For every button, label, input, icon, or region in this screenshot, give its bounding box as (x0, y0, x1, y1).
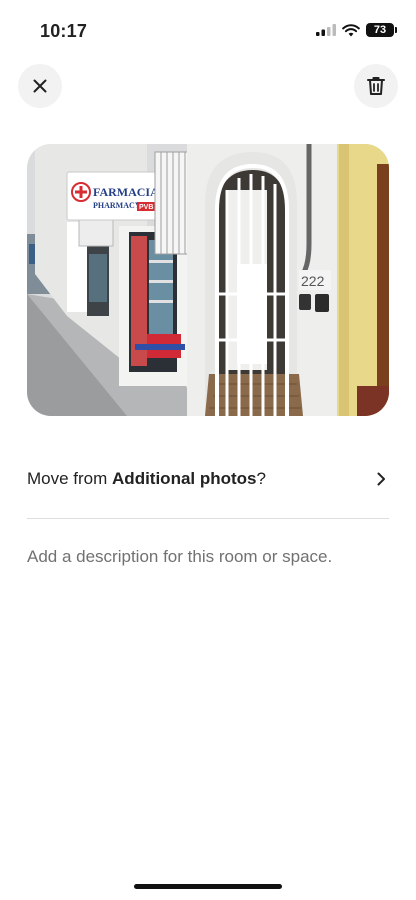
room-photo[interactable]: FARMACIA PHARMACY PVB 222 (27, 144, 389, 416)
description-input[interactable] (27, 542, 389, 572)
chevron-right-icon (373, 471, 389, 487)
battery-level: 73 (373, 24, 387, 36)
move-category-row[interactable]: Move from Additional photos? (27, 452, 389, 506)
move-suffix: ? (256, 469, 266, 488)
status-icons: 73 (316, 23, 397, 37)
cellular-signal-icon (316, 24, 336, 36)
current-category: Additional photos (112, 469, 257, 488)
close-button[interactable] (18, 64, 62, 108)
sign-text-pharmacy: PHARMACY (93, 201, 141, 210)
storefront-photo-image: FARMACIA PHARMACY PVB 222 (27, 144, 389, 416)
sign-badge: PVB (139, 204, 153, 211)
status-bar: 10:17 73 (0, 0, 416, 64)
divider (27, 518, 389, 519)
house-number-text: 222 (301, 273, 325, 289)
close-icon (33, 79, 47, 93)
sign-text-farmacia: FARMACIA (93, 185, 159, 199)
home-indicator[interactable] (134, 884, 282, 889)
wifi-icon (342, 23, 360, 36)
battery-icon: 73 (366, 23, 397, 37)
delete-button[interactable] (354, 64, 398, 108)
move-category-label: Move from Additional photos? (27, 469, 266, 489)
status-time: 10:17 (40, 21, 88, 41)
move-prefix: Move from (27, 469, 113, 488)
trash-icon (367, 77, 385, 95)
